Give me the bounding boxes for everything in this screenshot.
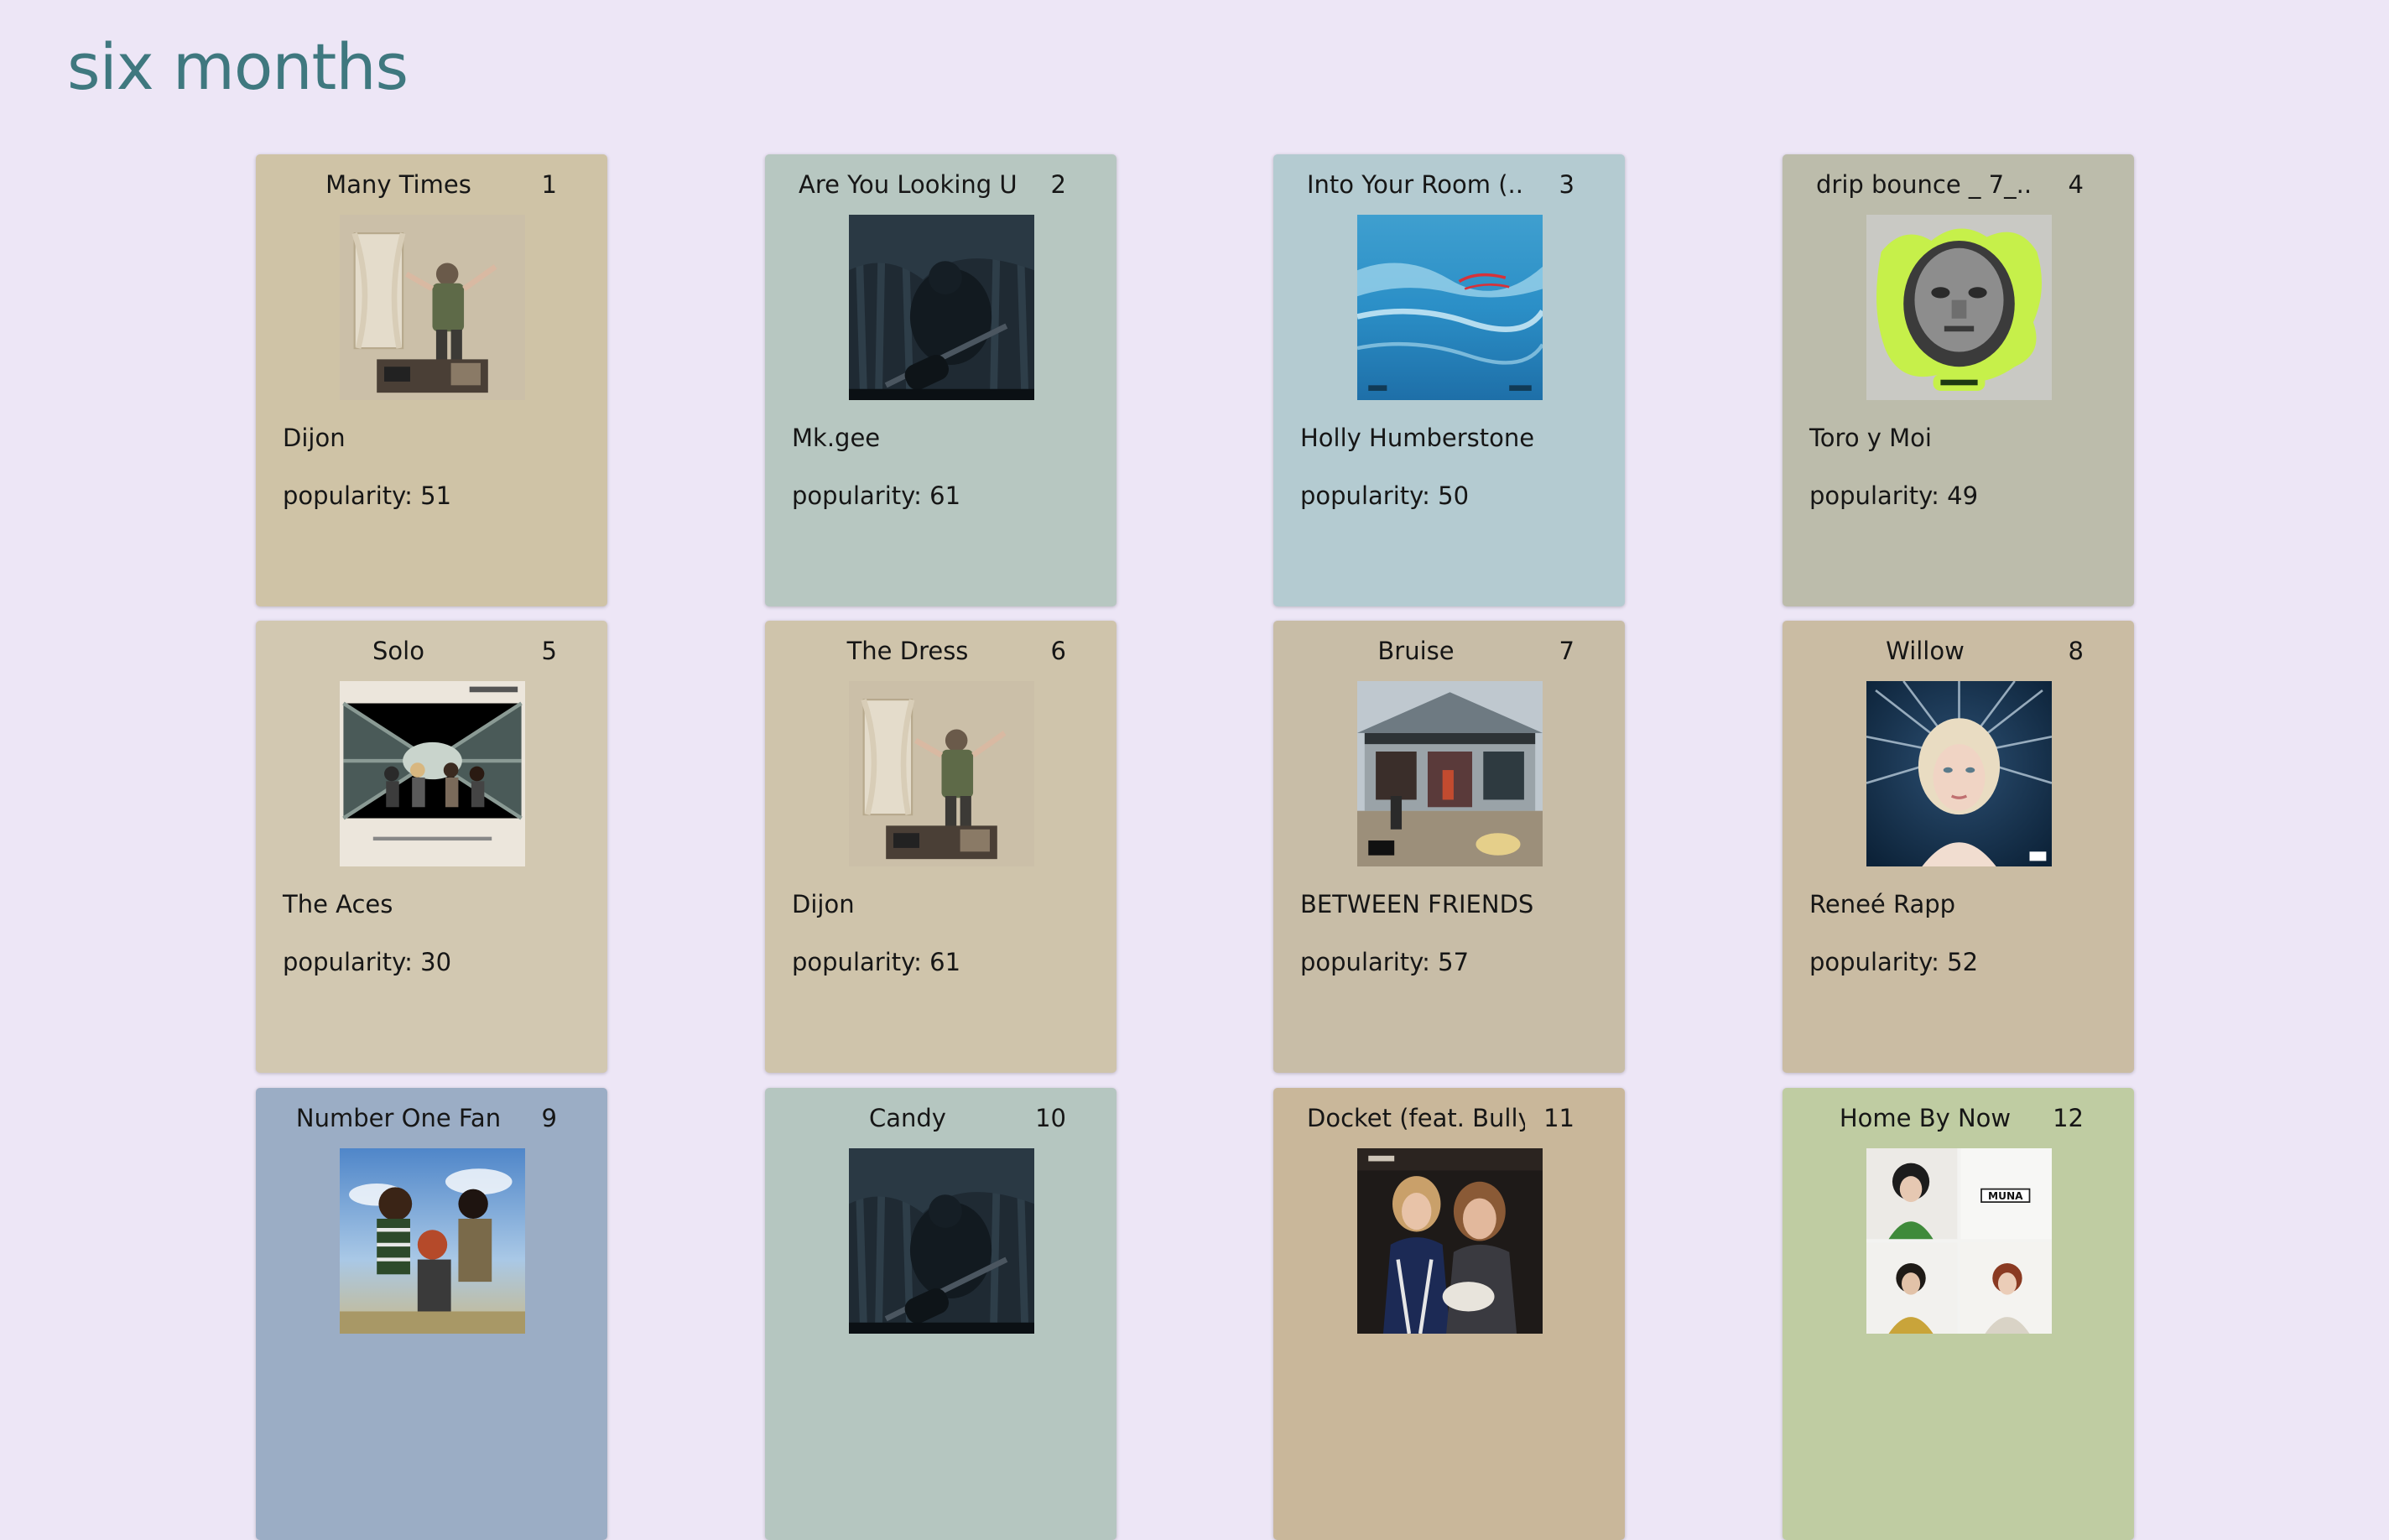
track-title: Solo	[372, 637, 424, 665]
track-card[interactable]: Into Your Room (... 3 Holly Humberstone po…	[1273, 154, 1625, 606]
track-title: Docket (feat. Bully)	[1307, 1104, 1525, 1132]
track-title: Willow	[1886, 637, 1965, 665]
track-popularity: popularity: 61	[792, 481, 960, 512]
popularity-value: 61	[929, 481, 961, 510]
album-cover-image[interactable]	[340, 1148, 525, 1334]
track-card[interactable]: Candy 10	[765, 1088, 1116, 1540]
album-cover-image[interactable]	[340, 681, 525, 866]
album-cover-image[interactable]	[340, 215, 525, 400]
track-rank: 3	[1559, 170, 1574, 199]
popularity-label: popularity:	[1809, 481, 1948, 510]
track-popularity: popularity: 61	[792, 947, 960, 979]
track-card[interactable]: Bruise 7 BETWEEN FRIENDS popularity: 57	[1273, 621, 1625, 1073]
track-artist: Dijon	[792, 890, 855, 918]
track-card[interactable]: Home By Now 12 MUNA	[1783, 1088, 2134, 1540]
album-cover-image[interactable]	[849, 681, 1034, 866]
track-card[interactable]: The Dress 6 Dijon popularity: 61	[765, 621, 1116, 1073]
track-card[interactable]: drip bounce _ 7_... 4 Toro y Moi popularit…	[1783, 154, 2134, 606]
album-cover-image[interactable]	[1866, 215, 2052, 400]
album-cover-image[interactable]	[1357, 215, 1543, 400]
track-popularity: popularity: 52	[1809, 947, 1978, 979]
popularity-label: popularity:	[792, 481, 930, 510]
popularity-value: 61	[929, 948, 961, 976]
track-rank: 1	[541, 170, 557, 199]
track-popularity: popularity: 49	[1809, 481, 1978, 512]
track-popularity: popularity: 51	[283, 481, 451, 512]
track-title: Many Times	[325, 170, 471, 199]
track-artist: The Aces	[283, 890, 393, 918]
track-card[interactable]: Solo 5 The Aces popularity: 30	[256, 621, 607, 1073]
track-rank: 2	[1050, 170, 1066, 199]
album-cover-image[interactable]	[1357, 681, 1543, 866]
album-cover-image[interactable]	[849, 215, 1034, 400]
popularity-label: popularity:	[1300, 948, 1439, 976]
popularity-value: 57	[1438, 948, 1470, 976]
track-rank: 4	[2068, 170, 2084, 199]
track-title: The Dress	[846, 637, 969, 665]
popularity-label: popularity:	[1809, 948, 1948, 976]
popularity-value: 49	[1947, 481, 1979, 510]
track-rank: 8	[2068, 637, 2084, 665]
track-card[interactable]: Number One Fan 9	[256, 1088, 607, 1540]
track-title: Are You Looking Up	[799, 170, 1017, 199]
track-rank: 9	[541, 1104, 557, 1132]
album-cover-image[interactable]	[1866, 681, 2052, 866]
track-artist: Dijon	[283, 424, 346, 452]
album-cover-image[interactable]	[1357, 1148, 1543, 1334]
track-artist: Mk.gee	[792, 424, 881, 452]
track-popularity: popularity: 57	[1300, 947, 1469, 979]
track-card[interactable]: Are You Looking Up 2 Mk.gee popularity: 61	[765, 154, 1116, 606]
popularity-label: popularity:	[283, 481, 421, 510]
track-title: Into Your Room (...	[1307, 170, 1525, 199]
track-rank: 10	[1035, 1104, 1066, 1132]
page-title: six months	[67, 29, 409, 104]
track-artist: Toro y Moi	[1809, 424, 1932, 452]
track-popularity: popularity: 30	[283, 947, 451, 979]
track-title: Candy	[869, 1104, 946, 1132]
album-cover-image[interactable]: MUNA	[1866, 1148, 2052, 1334]
svg-text:MUNA: MUNA	[1988, 1190, 2023, 1202]
track-artist: Holly Humberstone	[1300, 424, 1535, 452]
popularity-label: popularity:	[1300, 481, 1439, 510]
album-cover-image[interactable]	[849, 1148, 1034, 1334]
track-title: drip bounce _ 7_...	[1816, 170, 2034, 199]
track-rank: 7	[1559, 637, 1574, 665]
track-card[interactable]: Many Times 1 Dijon popularity: 51	[256, 154, 607, 606]
popularity-label: popularity:	[792, 948, 930, 976]
popularity-label: popularity:	[283, 948, 421, 976]
track-rank: 12	[2053, 1104, 2084, 1132]
popularity-value: 52	[1947, 948, 1979, 976]
track-card[interactable]: Willow 8 Reneé Rapp popularity: 52	[1783, 621, 2134, 1073]
track-rank: 6	[1050, 637, 1066, 665]
track-artist: BETWEEN FRIENDS	[1300, 890, 1534, 918]
track-popularity: popularity: 50	[1300, 481, 1469, 512]
track-title: Home By Now	[1839, 1104, 2012, 1132]
track-title: Number One Fan	[295, 1104, 502, 1132]
track-card[interactable]: Docket (feat. Bully) 11	[1273, 1088, 1625, 1540]
popularity-value: 30	[420, 948, 452, 976]
track-artist: Reneé Rapp	[1809, 890, 1956, 918]
popularity-value: 50	[1438, 481, 1470, 510]
track-title: Bruise	[1377, 637, 1455, 665]
track-rank: 5	[541, 637, 557, 665]
track-rank: 11	[1543, 1104, 1574, 1132]
popularity-value: 51	[420, 481, 452, 510]
